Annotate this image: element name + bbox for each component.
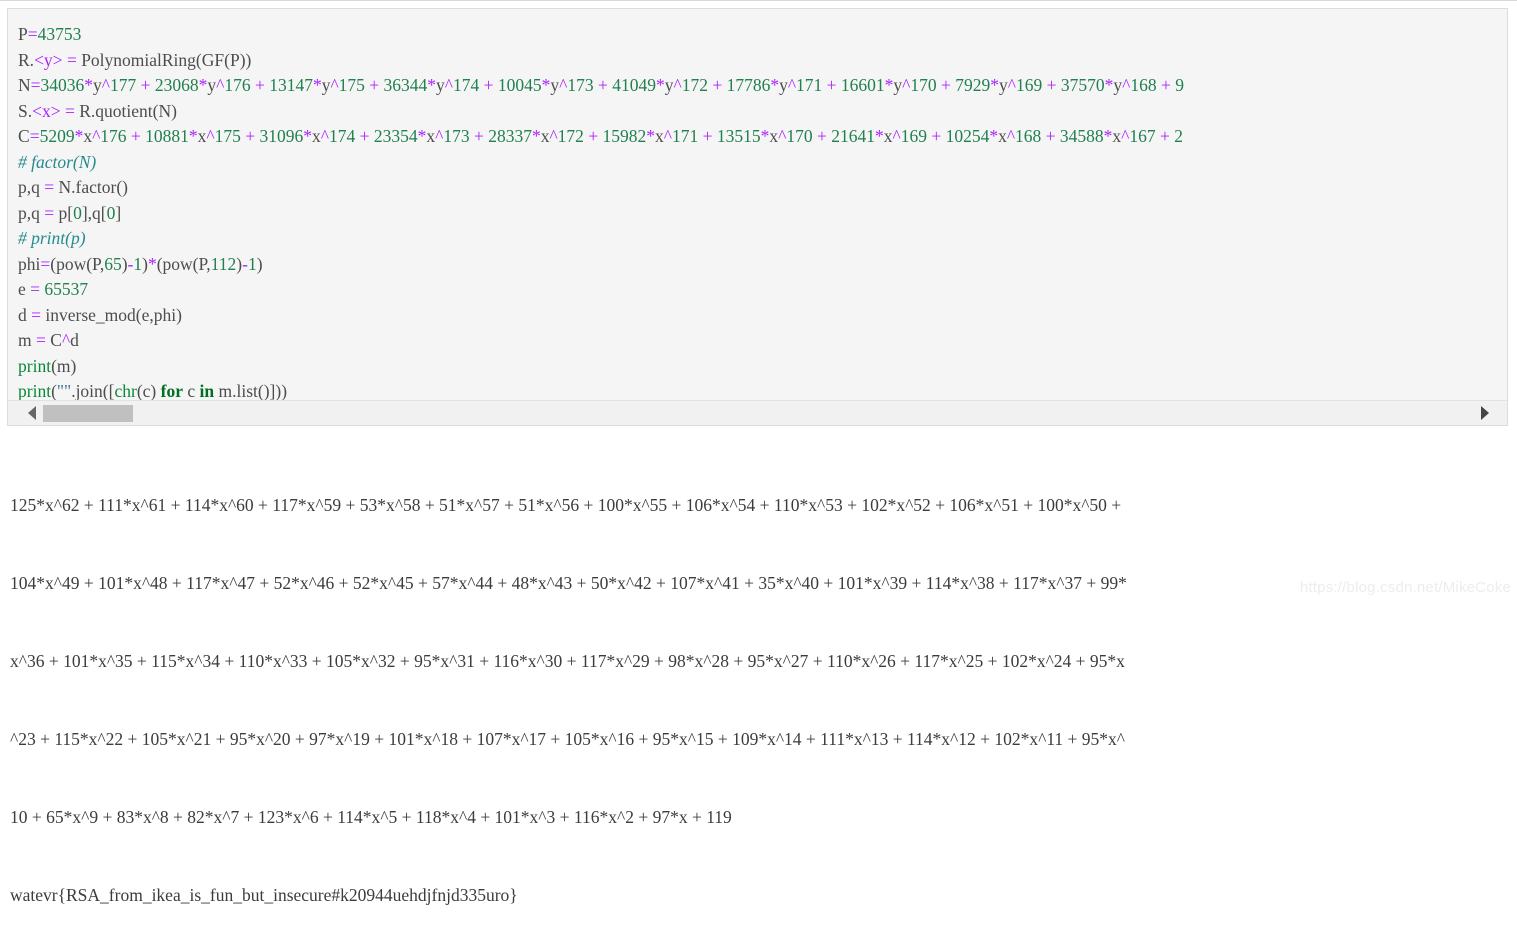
code-line: C=5209*x^176 + 10881*x^175 + 31096*x^174… bbox=[18, 126, 1183, 146]
code-line: print("".join([chr(c) for c in m.list()]… bbox=[18, 381, 288, 400]
output-line: 104*x^49 + 101*x^48 + 117*x^47 + 52*x^46… bbox=[10, 573, 1127, 593]
program-output: 125*x^62 + 111*x^61 + 114*x^60 + 117*x^5… bbox=[10, 440, 1510, 934]
code-line: S.<x> = R.quotient(N) bbox=[18, 100, 177, 121]
code-content: P=43753 R.<y> = PolynomialRing(GF(P)) N=34… bbox=[8, 9, 1507, 400]
output-line: ^23 + 115*x^22 + 105*x^21 + 95*x^20 + 97… bbox=[10, 729, 1126, 749]
watermark: https://blog.csdn.net/MikeCoke bbox=[1299, 579, 1511, 596]
triangle-left-icon[interactable] bbox=[22, 401, 42, 425]
code-line: P=43753 bbox=[18, 24, 82, 44]
output-line: x^36 + 101*x^35 + 115*x^34 + 110*x^33 + … bbox=[10, 651, 1125, 671]
horizontal-scrollbar[interactable] bbox=[8, 400, 1507, 425]
code-line: p,q = N.factor() bbox=[18, 177, 128, 197]
code-line: N=34036*y^177 + 23068*y^176 + 13147*y^17… bbox=[18, 75, 1184, 95]
code-line: m = C^d bbox=[18, 330, 79, 350]
code-line: e = 65537 bbox=[18, 279, 89, 299]
output-flag-line: watevr{RSA_from_ikea_is_fun_but_insecure… bbox=[10, 885, 518, 905]
output-line: 10 + 65*x^9 + 83*x^8 + 82*x^7 + 123*x^6 … bbox=[10, 807, 732, 827]
code-line: d = inverse_mod(e,phi) bbox=[18, 304, 182, 325]
code-line: phi=(pow(P,65)-1)*(pow(P,112)-1) bbox=[18, 253, 263, 274]
scrollbar-thumb[interactable] bbox=[43, 405, 133, 422]
code-line: R.<y> = PolynomialRing(GF(P)) bbox=[18, 49, 252, 70]
code-line: # factor(N) bbox=[18, 151, 97, 172]
code-line: p,q = p[0],q[0] bbox=[18, 202, 122, 223]
triangle-right-icon[interactable] bbox=[1474, 401, 1494, 425]
code-line: print(m) bbox=[18, 355, 77, 376]
code-line: # print(p) bbox=[18, 228, 86, 248]
page-top-rule bbox=[0, 0, 1517, 1]
code-scroll-viewport: P=43753 R.<y> = PolynomialRing(GF(P)) N=34… bbox=[8, 9, 1507, 400]
output-line: 125*x^62 + 111*x^61 + 114*x^60 + 117*x^5… bbox=[10, 495, 1126, 515]
code-block: P=43753 R.<y> = PolynomialRing(GF(P)) N=34… bbox=[7, 8, 1508, 426]
